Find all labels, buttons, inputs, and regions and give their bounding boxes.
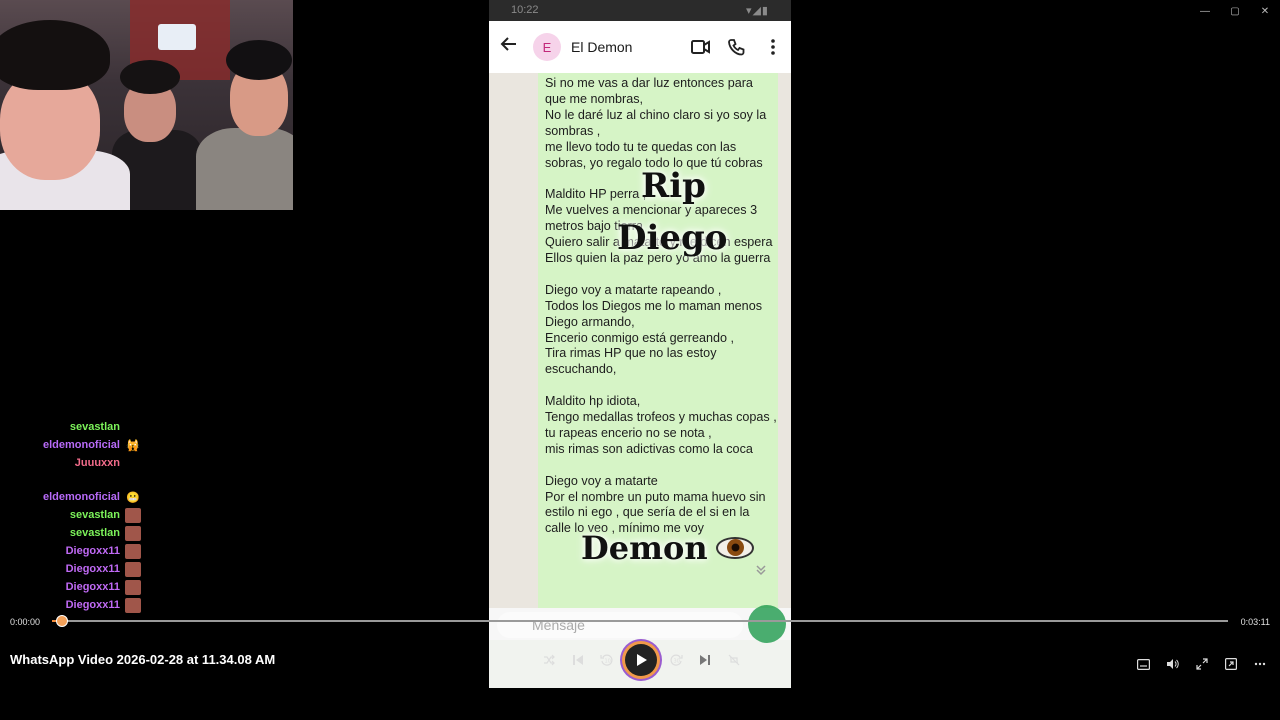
eye-icon (715, 533, 754, 563)
grimace-emote-icon: 😬 (126, 491, 140, 504)
forward-30-icon[interactable]: 30 (661, 644, 690, 676)
chat-message: sevastlan (0, 506, 160, 524)
face-emote-icon (125, 579, 141, 595)
stream-chat: sevastlan eldemonoficial 🙀 Juuuxxn eldem… (0, 418, 160, 614)
rewind-10-icon[interactable]: 10 (592, 644, 621, 676)
chat-username: Juuuxxn (74, 457, 120, 469)
chat-message: eldemonoficial 😬 (0, 488, 160, 506)
message-text: Si no me vas a dar luz entonces para que… (545, 76, 777, 536)
current-time: 0:00:00 (10, 617, 41, 627)
chat-spacer (0, 472, 160, 488)
chat-username: Diegoxx11 (65, 545, 120, 557)
next-icon[interactable] (690, 644, 719, 676)
svg-text:10: 10 (604, 659, 610, 665)
cat-emote-icon: 🙀 (126, 439, 140, 452)
chat-username: sevastlan (69, 421, 120, 433)
maximize-button[interactable]: ▢ (1220, 0, 1250, 22)
phone-status-icons: ▾◢▮ (745, 5, 769, 17)
contact-avatar: E (533, 33, 561, 61)
background-light (158, 24, 196, 50)
shuffle-icon[interactable] (534, 644, 563, 676)
scroll-down-icon (755, 564, 767, 579)
total-time: 0:03:11 (1240, 617, 1270, 627)
chat-message: Diegoxx11 (0, 578, 160, 596)
face-emote-icon (125, 525, 141, 541)
chat-message: Diegoxx11 (0, 596, 160, 614)
chat-username: sevastlan (69, 527, 120, 539)
chat-username: eldemonoficial (42, 439, 120, 451)
chat-username: sevastlan (69, 509, 120, 521)
face-emote-icon (125, 597, 141, 613)
miniplayer-icon[interactable] (1216, 648, 1245, 680)
svg-text:30: 30 (673, 659, 679, 665)
volume-icon[interactable] (1158, 648, 1187, 680)
seek-thumb[interactable] (56, 615, 68, 627)
video-title: WhatsApp Video 2026-02-28 at 11.34.08 AM (10, 652, 276, 667)
caption-diego: Diego (617, 218, 728, 258)
chat-username: Diegoxx11 (65, 563, 120, 575)
chat-message: sevastlan (0, 418, 160, 436)
more-options-icon (755, 39, 791, 55)
webcam-overlay (0, 0, 293, 210)
minimize-button[interactable]: — (1190, 0, 1220, 22)
previous-icon[interactable] (563, 644, 592, 676)
subtitles-icon[interactable] (1129, 648, 1158, 680)
caption-demon-text: Demon (581, 529, 708, 567)
phone-clock: 10:22 (511, 4, 539, 16)
chat-message: Diegoxx11 (0, 542, 160, 560)
person-right (196, 40, 293, 210)
phone-status-bar: 10:22 ▾◢▮ (489, 0, 791, 21)
face-emote-icon (125, 561, 141, 577)
video-frame: 10:22 ▾◢▮ E El Demon Si no me vas a dar … (489, 0, 791, 688)
chat-username: Diegoxx11 (65, 599, 120, 611)
repeat-off-icon[interactable] (719, 644, 748, 676)
window-controls: — ▢ ✕ (1190, 0, 1280, 22)
chat-message: sevastlan (0, 524, 160, 542)
chat-message: Diegoxx11 (0, 560, 160, 578)
transport-controls: 10 30 (534, 644, 748, 676)
close-button[interactable]: ✕ (1250, 0, 1280, 22)
video-call-icon (683, 39, 719, 55)
caption-rip: Rip (641, 166, 706, 206)
message-input-bar: Mensaje (489, 608, 791, 640)
back-arrow-icon (489, 35, 529, 59)
seek-track[interactable] (52, 620, 1228, 622)
chat-username: Diegoxx11 (65, 581, 120, 593)
contact-name: El Demon (571, 39, 633, 55)
face-emote-icon (125, 543, 141, 559)
player-right-controls (1129, 648, 1274, 680)
mic-button (748, 605, 786, 643)
face-emote-icon (125, 507, 141, 523)
caption-demon: Demon (581, 529, 754, 567)
whatsapp-header: E El Demon (489, 21, 791, 73)
person-left (0, 20, 130, 210)
chat-message: eldemonoficial 🙀 (0, 436, 160, 454)
chat-message: Juuuxxn (0, 454, 160, 472)
chat-username: eldemonoficial (42, 491, 120, 503)
fullscreen-icon[interactable] (1187, 648, 1216, 680)
play-button[interactable] (625, 644, 657, 676)
more-icon[interactable] (1245, 648, 1274, 680)
phone-call-icon (719, 38, 755, 56)
